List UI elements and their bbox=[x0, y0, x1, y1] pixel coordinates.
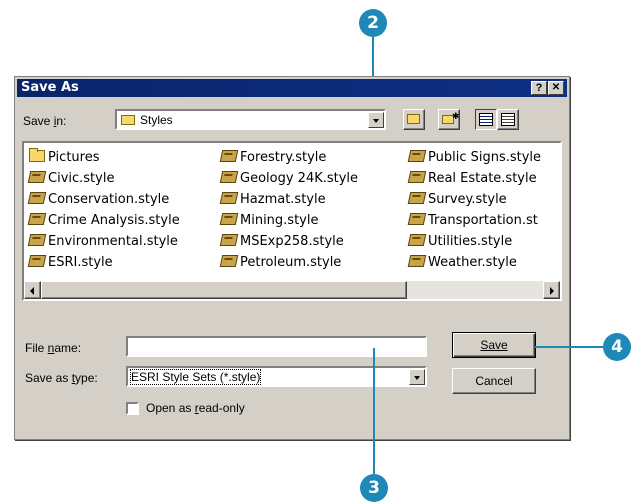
list-view-icon bbox=[479, 113, 493, 126]
folder-icon bbox=[121, 115, 135, 125]
dialog-title: Save As bbox=[21, 80, 79, 95]
new-sparkle-icon: ✱ bbox=[452, 111, 460, 121]
style-file-icon bbox=[407, 213, 427, 225]
style-file-icon bbox=[407, 192, 427, 204]
save-in-value: Styles bbox=[140, 113, 173, 127]
list-view-button[interactable] bbox=[475, 109, 497, 130]
save-button[interactable]: Save bbox=[452, 332, 536, 358]
cancel-button-label: Cancel bbox=[475, 374, 513, 388]
callout-4: 4 bbox=[603, 333, 631, 361]
details-view-button[interactable] bbox=[497, 109, 519, 130]
help-button[interactable]: ? bbox=[531, 81, 547, 95]
style-file-icon bbox=[407, 171, 427, 183]
folder-icon bbox=[29, 148, 45, 162]
file-item-label: Public Signs.style bbox=[428, 150, 542, 165]
style-file-icon bbox=[219, 255, 239, 267]
save-as-type-value: ESRI Style Sets (*.style) bbox=[129, 369, 262, 385]
style-file-icon bbox=[407, 234, 427, 246]
arrow-right-icon bbox=[550, 287, 554, 295]
scroll-right-button[interactable] bbox=[543, 281, 560, 299]
style-file-icon bbox=[27, 192, 47, 204]
title-bar: Save As ? ✕ bbox=[17, 79, 567, 97]
file-item[interactable]: Forestry.style bbox=[219, 148, 327, 168]
style-file-icon bbox=[27, 234, 47, 246]
read-only-checkbox[interactable] bbox=[126, 402, 139, 415]
file-item[interactable]: Hazmat.style bbox=[219, 190, 326, 210]
save-in-dropdown[interactable]: Styles bbox=[115, 109, 386, 130]
file-item-label: Mining.style bbox=[240, 213, 319, 228]
file-item[interactable]: Transportation.st bbox=[407, 211, 538, 231]
style-file-icon bbox=[219, 192, 239, 204]
file-item-label: Weather.style bbox=[428, 255, 517, 270]
create-new-folder-button[interactable]: ✱ bbox=[438, 109, 460, 130]
save-button-label: Save bbox=[480, 338, 508, 352]
up-one-level-icon bbox=[407, 114, 420, 124]
file-item[interactable]: Weather.style bbox=[407, 253, 517, 273]
file-name-field[interactable] bbox=[126, 336, 427, 357]
style-file-icon bbox=[27, 255, 47, 267]
style-file-icon bbox=[219, 150, 239, 162]
style-file-icon bbox=[219, 171, 239, 183]
file-item-label: Environmental.style bbox=[48, 234, 178, 249]
close-button[interactable]: ✕ bbox=[548, 81, 564, 95]
file-item-label: ESRI.style bbox=[48, 255, 113, 270]
file-item[interactable]: ESRI.style bbox=[27, 253, 113, 273]
callout-3-leader bbox=[373, 348, 375, 476]
style-file-icon bbox=[219, 234, 239, 246]
save-as-type-label: Save as type: bbox=[25, 371, 98, 385]
style-file-icon bbox=[407, 255, 427, 267]
scroll-thumb[interactable] bbox=[41, 281, 407, 299]
file-item[interactable]: Conservation.style bbox=[27, 190, 170, 210]
scroll-left-button[interactable] bbox=[24, 281, 41, 299]
file-item[interactable]: Geology 24K.style bbox=[219, 169, 359, 189]
style-file-icon bbox=[219, 213, 239, 225]
file-item-label: Crime Analysis.style bbox=[48, 213, 180, 228]
callout-2: 2 bbox=[359, 9, 387, 37]
file-item-label: Hazmat.style bbox=[240, 192, 326, 207]
up-one-level-button[interactable] bbox=[403, 109, 425, 130]
callout-4-leader bbox=[535, 346, 605, 348]
style-file-icon bbox=[407, 150, 427, 162]
file-item[interactable]: Public Signs.style bbox=[407, 148, 542, 168]
file-item[interactable]: Crime Analysis.style bbox=[27, 211, 180, 231]
horizontal-scrollbar[interactable] bbox=[24, 281, 560, 299]
file-item-label: Civic.style bbox=[48, 171, 115, 186]
file-item-label: Survey.style bbox=[428, 192, 507, 207]
save-as-dialog: Save As ? ✕ Save in: Styles ✱ Pictures Ci… bbox=[14, 76, 570, 440]
file-name-label: File name: bbox=[25, 341, 82, 355]
file-item[interactable]: Utilities.style bbox=[407, 232, 513, 252]
chevron-down-icon bbox=[414, 376, 420, 380]
chevron-down-icon bbox=[373, 119, 379, 123]
callout-3: 3 bbox=[360, 474, 388, 502]
file-item[interactable]: Petroleum.style bbox=[219, 253, 342, 273]
file-item-label: Forestry.style bbox=[240, 150, 327, 165]
file-item-label: MSExp258.style bbox=[240, 234, 344, 249]
save-as-type-dropdown[interactable]: ESRI Style Sets (*.style) bbox=[126, 366, 427, 387]
save-as-type-dropdown-arrow[interactable] bbox=[409, 369, 425, 385]
file-item-label: Geology 24K.style bbox=[240, 171, 359, 186]
file-item[interactable]: Pictures bbox=[29, 148, 99, 168]
file-item[interactable]: Civic.style bbox=[27, 169, 115, 189]
file-item[interactable]: Environmental.style bbox=[27, 232, 178, 252]
file-list[interactable]: Pictures Civic.style Conservation.style Cri… bbox=[22, 141, 562, 301]
file-item-label: Transportation.st bbox=[428, 213, 538, 228]
cancel-button[interactable]: Cancel bbox=[452, 368, 536, 394]
save-in-label: Save in: bbox=[23, 114, 67, 128]
file-item[interactable]: Mining.style bbox=[219, 211, 319, 231]
file-item-label: Conservation.style bbox=[48, 192, 170, 207]
read-only-label[interactable]: Open as read-only bbox=[146, 401, 245, 415]
file-item-label: Real Estate.style bbox=[428, 171, 537, 186]
file-item[interactable]: Real Estate.style bbox=[407, 169, 537, 189]
file-item-label: Utilities.style bbox=[428, 234, 513, 249]
file-item-label: Petroleum.style bbox=[240, 255, 342, 270]
arrow-left-icon bbox=[30, 287, 34, 295]
style-file-icon bbox=[27, 213, 47, 225]
style-file-icon bbox=[27, 171, 47, 183]
file-item[interactable]: Survey.style bbox=[407, 190, 507, 210]
file-item-label: Pictures bbox=[48, 150, 100, 165]
details-view-icon bbox=[501, 113, 515, 126]
save-in-dropdown-arrow[interactable] bbox=[368, 112, 384, 128]
file-item[interactable]: MSExp258.style bbox=[219, 232, 344, 252]
